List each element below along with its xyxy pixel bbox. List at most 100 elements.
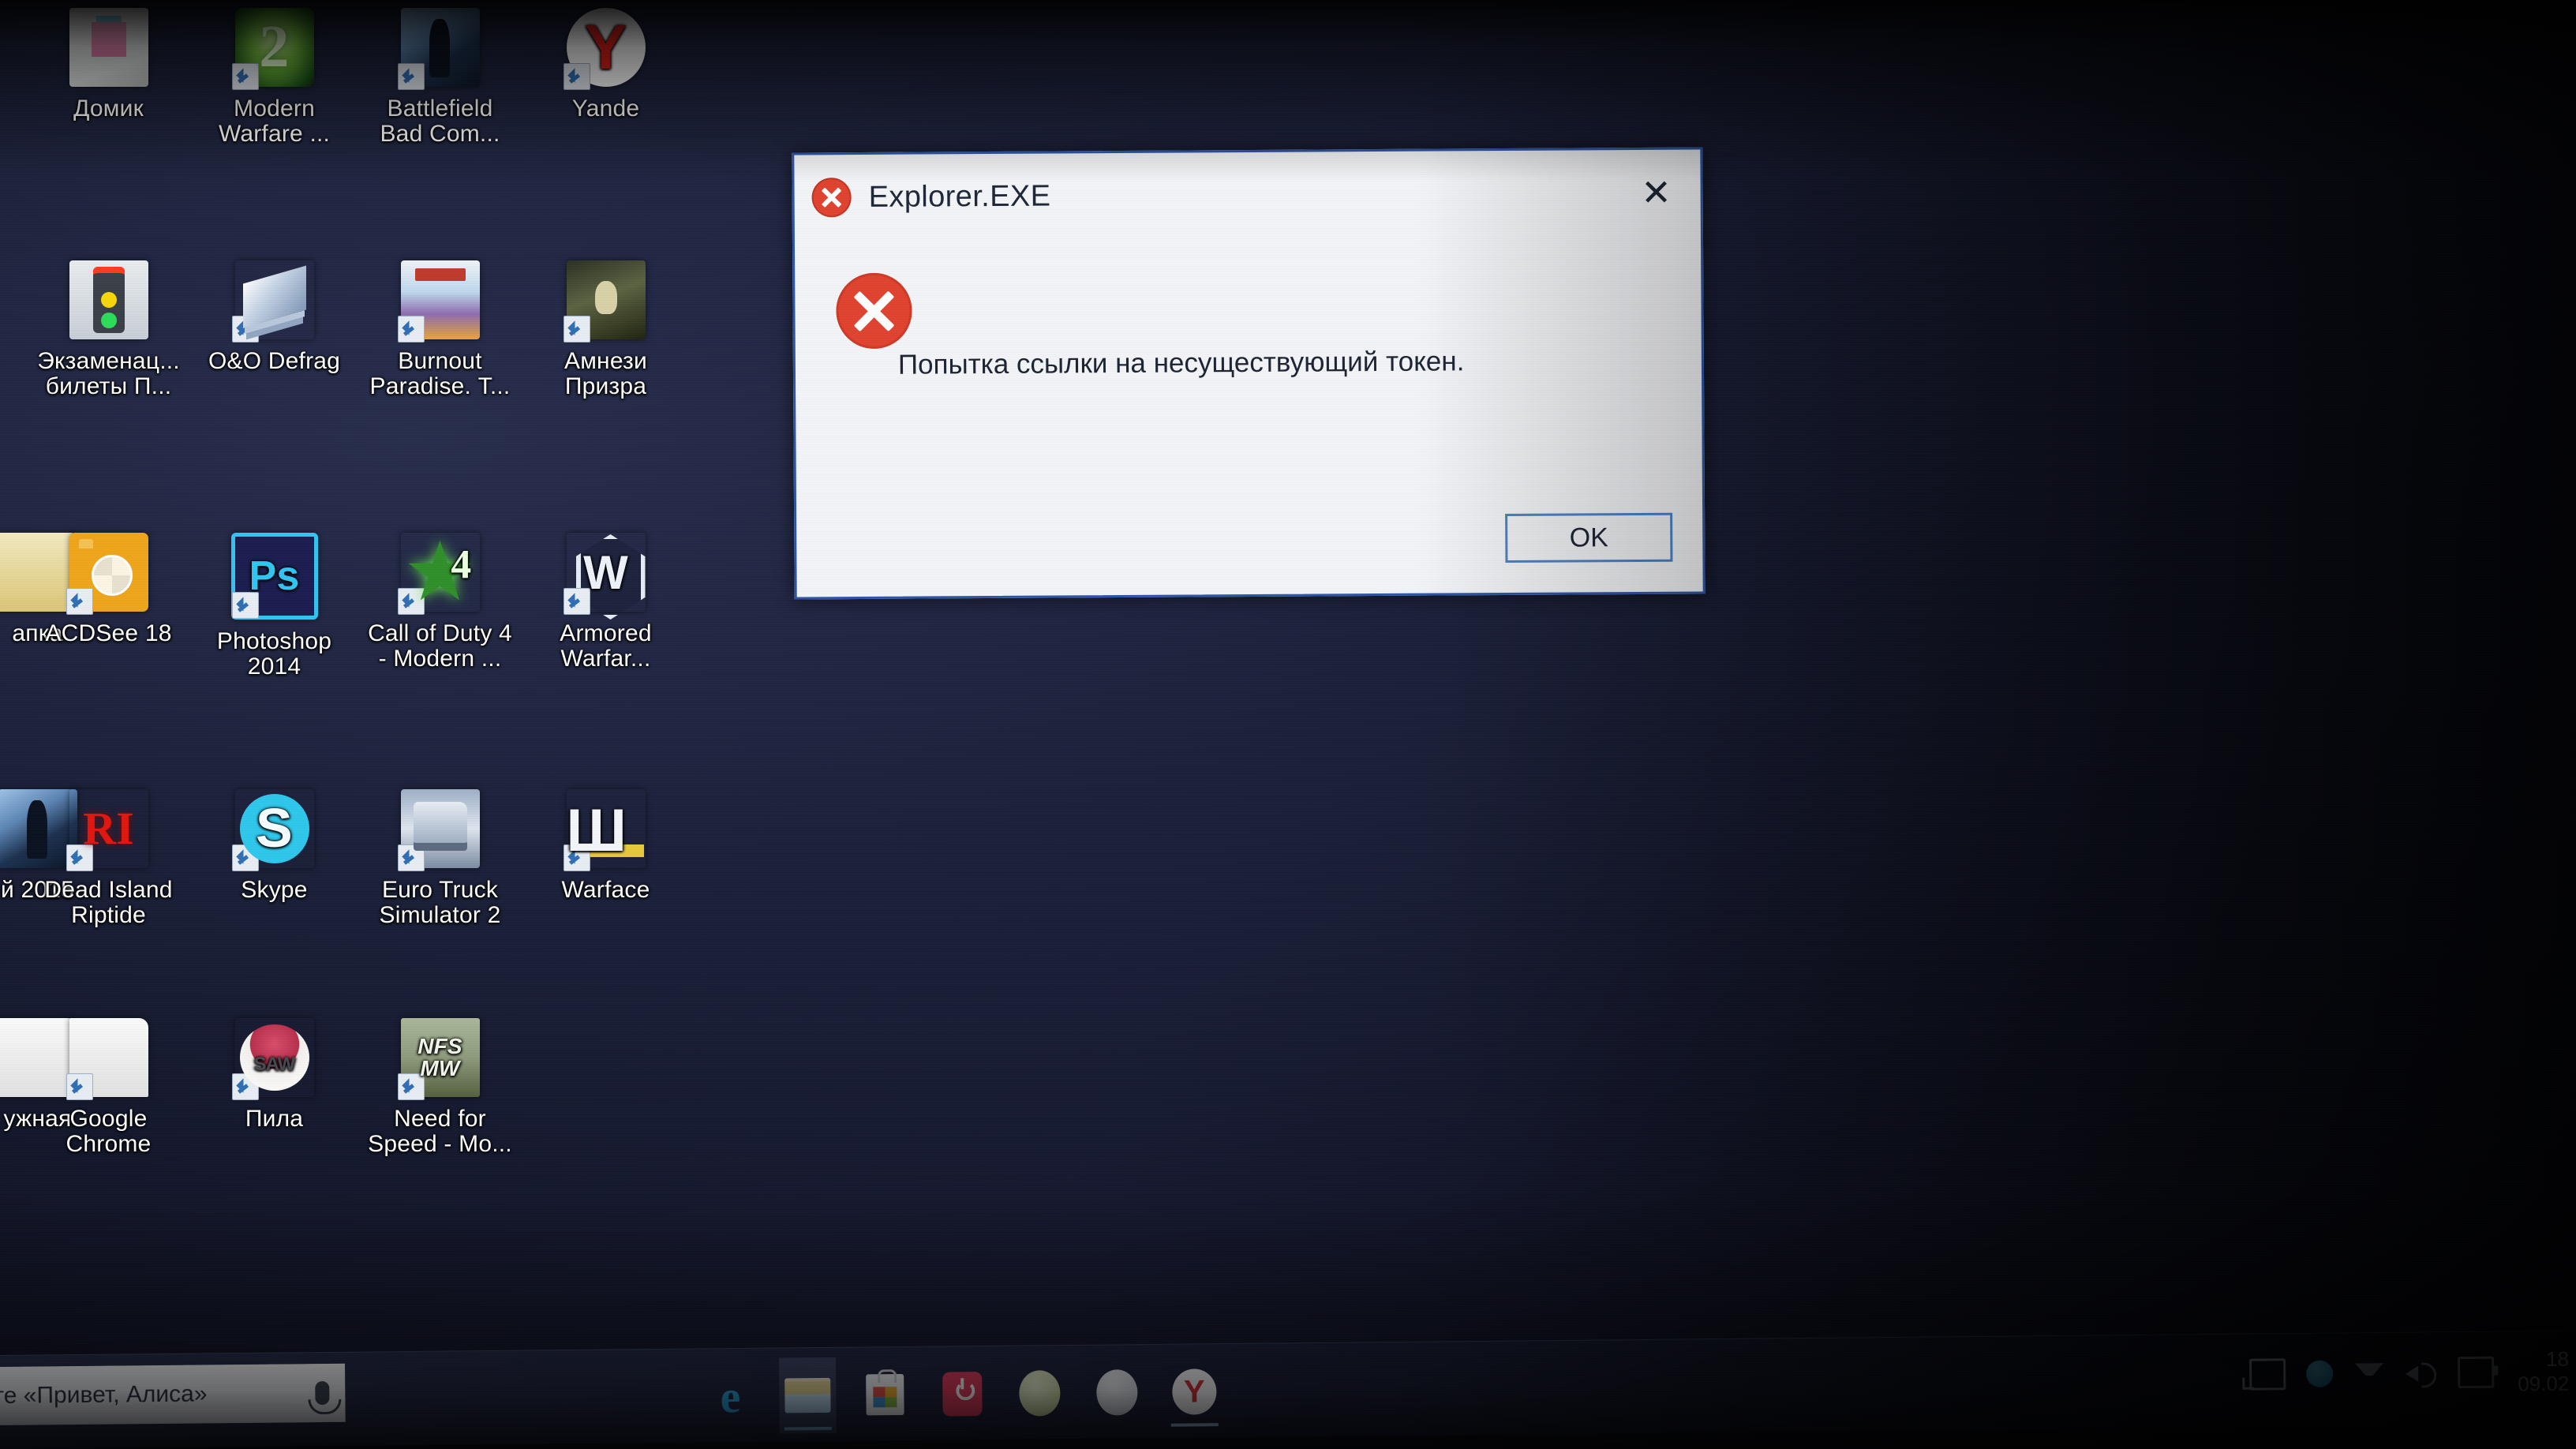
desktop-icon-label: Yande xyxy=(571,95,640,122)
desktop-icon-art xyxy=(563,8,646,90)
desktop-icon-grid: Домик Modern Warfare ... Battlefield Bad C… xyxy=(0,0,884,1279)
desktop-icon[interactable]: Skype xyxy=(189,789,359,903)
desktop-icon[interactable]: Modern Warfare ... xyxy=(189,8,359,146)
desktop-icon-label: Modern Warfare ... xyxy=(218,95,331,147)
desktop-icon[interactable]: Экзаменац... билеты П... xyxy=(24,260,193,399)
desktop-icon-label: Google Chrome xyxy=(66,1106,152,1157)
taskbar-microsoft-edge[interactable]: e xyxy=(702,1358,759,1435)
clock-time: 18 xyxy=(2545,1347,2570,1372)
shortcut-arrow-icon xyxy=(231,592,259,619)
desktop-icon[interactable]: Photoshop 2014 xyxy=(189,533,359,679)
taskbar-app-list: e xyxy=(702,1350,1223,1437)
shortcut-arrow-icon xyxy=(397,63,425,90)
shortcut-arrow-icon xyxy=(66,588,93,615)
close-icon[interactable]: ✕ xyxy=(1616,164,1695,222)
dialog-titlebar[interactable]: Explorer.EXE ✕ xyxy=(794,149,1701,240)
desktop-screen: Домик Modern Warfare ... Battlefield Bad C… xyxy=(0,0,2576,1449)
file-explorer-icon xyxy=(784,1377,831,1413)
taskbar-white-circle-app[interactable] xyxy=(1088,1354,1146,1431)
desktop-icon-label: Battlefield Bad Com... xyxy=(380,95,500,147)
desktop-icon-label: Burnout Paradise. Т... xyxy=(369,348,511,399)
desktop-icon[interactable]: O&O Defrag xyxy=(189,260,359,374)
ok-button[interactable]: OK xyxy=(1505,512,1673,564)
desktop-icon[interactable]: Armored Warfar... xyxy=(521,533,691,671)
microphone-icon[interactable] xyxy=(315,1380,330,1406)
desktop-icon[interactable]: Dead Island Riptide xyxy=(24,789,193,927)
explorer-error-dialog[interactable]: Explorer.EXE ✕ Попытка ссылки на несущес… xyxy=(792,147,1705,600)
battery-icon[interactable] xyxy=(2457,1356,2495,1389)
desktop-icon-art xyxy=(563,260,646,343)
search-input[interactable]: те «Привет, Алиса» xyxy=(0,1363,346,1426)
network-icon[interactable] xyxy=(2248,1358,2286,1391)
shortcut-arrow-icon xyxy=(66,844,93,871)
desktop-icon-label: Skype xyxy=(241,877,308,903)
desktop-icon-label: Экзаменац... билеты П... xyxy=(37,348,180,399)
search-placeholder: те «Привет, Алиса» xyxy=(0,1380,208,1410)
desktop-icon-label: Warface xyxy=(561,877,650,903)
taskbar-file-explorer[interactable] xyxy=(778,1357,837,1434)
error-circle-x-icon xyxy=(811,178,852,218)
desktop-icon[interactable]: Burnout Paradise. Т... xyxy=(355,260,525,399)
dialog-message: Попытка ссылки на несуществующий токен. xyxy=(897,346,1465,380)
desktop-icon-art xyxy=(397,789,480,871)
desktop-icon-label: Call of Duty 4 - Modern ... xyxy=(368,620,512,672)
clock-date: 09.02 xyxy=(2518,1371,2570,1396)
desktop-icon-label: ACDSee 18 xyxy=(45,620,172,646)
shortcut-arrow-icon xyxy=(397,844,425,871)
desktop-icon-art xyxy=(397,8,480,90)
white-circle-app-icon xyxy=(1096,1369,1138,1416)
desktop-icon-label: Пила xyxy=(245,1106,304,1132)
desktop-icon[interactable]: Пила xyxy=(189,1018,359,1132)
volume-icon[interactable] xyxy=(2406,1359,2437,1386)
green-circle-app-icon xyxy=(1019,1370,1061,1417)
desktop-icon[interactable]: Euro Truck Simulator 2 xyxy=(355,789,525,927)
desktop-icon-art xyxy=(397,260,480,343)
shortcut-arrow-icon xyxy=(397,316,425,343)
desktop-icon[interactable]: Warface xyxy=(521,789,691,903)
taskbar-microsoft-store[interactable] xyxy=(856,1357,914,1433)
desktop-icon[interactable]: Battlefield Bad Com... xyxy=(355,8,525,146)
desktop-icon-label: O&O Defrag xyxy=(208,348,341,374)
desktop-icon-art xyxy=(230,533,318,620)
desktop-icon-art xyxy=(563,789,646,871)
desktop-icon[interactable]: Call of Duty 4 - Modern ... xyxy=(355,533,525,671)
onedrive-icon[interactable] xyxy=(2305,1360,2334,1387)
desktop-icon-label: Need for Speed - Mo... xyxy=(368,1106,512,1157)
taskbar-yandex-browser[interactable] xyxy=(1166,1354,1223,1430)
system-tray: 18 09.02 xyxy=(2248,1342,2570,1404)
desktop-icon-art xyxy=(231,789,314,871)
shortcut-arrow-icon xyxy=(397,1073,425,1100)
shortcut-arrow-icon xyxy=(231,1073,259,1100)
desktop-icon-label: Dead Island Riptide xyxy=(44,877,173,928)
desktop-icon-art xyxy=(397,1018,480,1100)
desktop-icon-label: Armored Warfar... xyxy=(560,620,652,672)
desktop-icon[interactable]: Need for Speed - Mo... xyxy=(355,1018,525,1156)
desktop-icon[interactable]: Домик xyxy=(24,8,193,122)
desktop-icon-art xyxy=(69,8,148,87)
desktop-icon-art xyxy=(397,533,480,615)
shortcut-arrow-icon xyxy=(563,588,590,615)
desktop-icon[interactable]: Амнези Призра xyxy=(521,260,691,399)
microsoft-store-icon xyxy=(866,1374,904,1416)
desktop-icon[interactable]: Yande xyxy=(521,8,691,122)
desktop-icon-art xyxy=(66,533,148,615)
updown-icon[interactable] xyxy=(2353,1360,2385,1387)
clock[interactable]: 18 09.02 xyxy=(2518,1347,2570,1396)
desktop-icon-art xyxy=(69,260,148,339)
desktop-icon[interactable]: Google Chrome xyxy=(24,1018,193,1156)
desktop-icon-art xyxy=(231,260,314,343)
shortcut-arrow-icon xyxy=(66,1073,93,1100)
desktop-icon-art xyxy=(231,1018,314,1100)
tray-icon-list xyxy=(2248,1356,2495,1391)
desktop-icon-art xyxy=(231,8,314,90)
taskbar-green-circle-app[interactable] xyxy=(1011,1355,1069,1432)
desktop-icon-label: Euro Truck Simulator 2 xyxy=(379,877,501,928)
taskbar-power-app[interactable] xyxy=(934,1356,991,1432)
error-circle-x-icon-large xyxy=(836,272,912,350)
desktop-icon[interactable]: ACDSee 18 xyxy=(24,533,193,646)
desktop-icon-art xyxy=(66,789,148,871)
microsoft-edge-icon: e xyxy=(720,1370,741,1422)
shortcut-arrow-icon xyxy=(231,316,259,343)
taskbar: те «Привет, Алиса» e 18 09.02 xyxy=(0,1330,2576,1449)
shortcut-arrow-icon xyxy=(563,844,590,871)
